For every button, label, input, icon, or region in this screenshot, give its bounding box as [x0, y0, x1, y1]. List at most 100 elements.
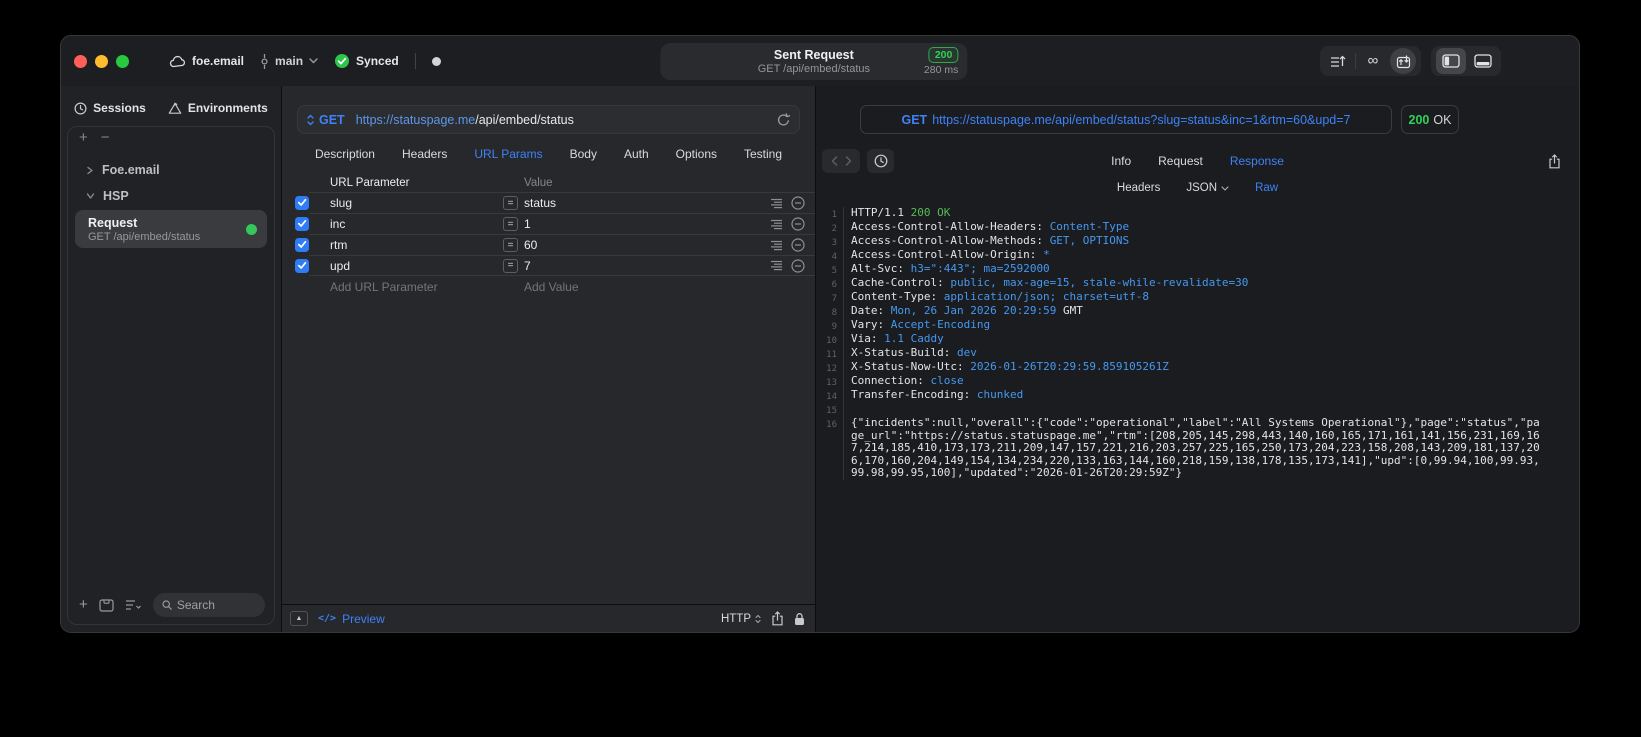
drag-handle-icon[interactable] [770, 219, 783, 230]
tab-testing[interactable]: Testing [744, 147, 782, 161]
param-value[interactable]: 60 [524, 238, 770, 252]
param-name[interactable]: inc [330, 217, 503, 231]
tab-options[interactable]: Options [676, 147, 717, 161]
response-nav: Info Request Response [816, 149, 1579, 173]
share-request-button[interactable] [771, 611, 784, 626]
param-checkbox[interactable] [295, 258, 309, 273]
tab-body[interactable]: Body [570, 147, 597, 161]
code-line: 1 HTTP/1.1 200 OK [816, 207, 1579, 221]
subtab-raw[interactable]: Raw [1255, 182, 1278, 194]
zoom-window-button[interactable] [116, 54, 129, 68]
search-input[interactable] [176, 598, 256, 612]
code-line: 6 Cache-Control: public, max-age=15, stal… [816, 276, 1579, 291]
tab-headers[interactable]: Headers [402, 147, 447, 161]
subtab-json[interactable]: JSON [1186, 182, 1229, 194]
method-stepper-icon[interactable] [307, 114, 314, 126]
share-response-button[interactable] [1548, 153, 1561, 169]
window-sync-button[interactable] [1390, 48, 1416, 74]
remove-param-icon[interactable] [791, 238, 805, 252]
cloud-account[interactable]: foe.email [169, 54, 244, 68]
share-icon [1549, 153, 1560, 168]
toggle-bottom-panel-button[interactable] [1470, 48, 1496, 74]
remove-param-icon[interactable] [791, 196, 805, 210]
preview-button[interactable]: </> Preview [318, 612, 385, 626]
archive-box-icon[interactable] [99, 598, 114, 612]
request-tabs: Description Headers URL Params Body Auth… [282, 134, 815, 174]
param-name[interactable]: rtm [330, 238, 503, 252]
export-lines-button[interactable] [1325, 48, 1351, 74]
equals-icon: = [503, 196, 518, 210]
minimize-window-button[interactable] [95, 54, 108, 68]
code-line: 7 Content-Type: application/json; charset… [816, 290, 1579, 305]
param-name[interactable]: slug [330, 196, 503, 210]
param-value[interactable]: 7 [524, 259, 770, 273]
tab-response[interactable]: Response [1230, 154, 1284, 168]
search-icon [162, 600, 172, 610]
tab-request[interactable]: Request [1158, 154, 1203, 168]
param-value[interactable]: 1 [524, 217, 770, 231]
sessions-panel: + − Foe.email HSP Request GET /api/embed… [67, 126, 275, 625]
param-value[interactable]: status [524, 196, 770, 210]
window-sync-icon [1396, 55, 1410, 68]
lock-button[interactable] [794, 612, 805, 626]
reload-button[interactable] [777, 112, 790, 127]
code-line: 15 [816, 403, 1579, 417]
tab-auth[interactable]: Auth [624, 147, 649, 161]
sync-loop-icon: ∞ [1367, 52, 1379, 69]
response-viewer: GET https://statuspage.me/api/embed/stat… [816, 86, 1579, 632]
summary-subtitle: GET /api/embed/status [757, 63, 871, 75]
remove-param-icon[interactable] [791, 258, 805, 273]
sessions-label: Sessions [93, 101, 146, 115]
tab-sessions[interactable]: Sessions [74, 101, 146, 115]
remove-param-icon[interactable] [791, 217, 805, 231]
branch-selector[interactable]: main [260, 53, 318, 69]
param-checkbox[interactable] [295, 195, 309, 210]
tab-url-params[interactable]: URL Params [474, 147, 542, 161]
tab-description[interactable]: Description [315, 147, 375, 161]
back-icon[interactable] [831, 156, 838, 166]
param-row: rtm = 60 [282, 234, 815, 255]
protocol-selector[interactable]: HTTP [721, 613, 761, 625]
add-session-button[interactable]: + [79, 130, 88, 145]
chevron-right-icon [87, 166, 93, 174]
param-checkbox[interactable] [295, 216, 309, 231]
titlebar-divider [414, 53, 416, 69]
param-checkbox[interactable] [295, 237, 309, 252]
app-window: foe.email main Synced Sent Request GET /… [60, 35, 1580, 633]
response-request-line[interactable]: GET https://statuspage.me/api/embed/stat… [860, 105, 1392, 134]
desktop: foe.email main Synced Sent Request GET /… [0, 0, 1641, 737]
request-method[interactable]: GET [319, 113, 345, 127]
sync-loop-button[interactable]: ∞ [1360, 48, 1386, 74]
expand-console-button[interactable]: ▲ [290, 611, 308, 626]
request-url[interactable]: https://statuspage.me/api/embed/status [356, 113, 574, 127]
response-status-badge: 200 OK [1401, 105, 1459, 134]
request-list-item-selected[interactable]: Request GET /api/embed/status [75, 210, 267, 248]
subtab-headers[interactable]: Headers [1117, 182, 1160, 194]
drag-handle-icon[interactable] [770, 240, 783, 251]
tree-item-hsp[interactable]: HSP [75, 183, 267, 209]
toggle-left-sidebar-button[interactable] [1436, 48, 1466, 74]
tab-info[interactable]: Info [1111, 154, 1131, 168]
sync-status[interactable]: Synced [334, 53, 399, 69]
tree-item-foe-email[interactable]: Foe.email [75, 157, 267, 183]
sync-label: Synced [356, 54, 399, 68]
new-request-button[interactable]: + [79, 597, 88, 612]
request-summary-pill[interactable]: Sent Request GET /api/embed/status 200 2… [660, 43, 968, 80]
remove-session-button[interactable]: − [101, 130, 110, 145]
code-line: 14 Transfer-Encoding: chunked [816, 388, 1579, 403]
forward-icon[interactable] [845, 156, 852, 166]
tab-environments[interactable]: Environments [168, 101, 268, 115]
sort-filter-icon[interactable] [125, 599, 142, 611]
lock-icon [795, 612, 804, 625]
add-value-placeholder[interactable]: Add Value [524, 280, 579, 294]
drag-handle-icon[interactable] [770, 260, 783, 271]
history-button[interactable] [867, 149, 894, 173]
drag-handle-icon[interactable] [770, 198, 783, 209]
code-line: 10 Via: 1.1 Caddy [816, 332, 1579, 347]
request-url-bar[interactable]: GET https://statuspage.me/api/embed/stat… [297, 105, 800, 134]
code-line: 4 Access-Control-Allow-Origin: * [816, 248, 1579, 263]
add-parameter-placeholder[interactable]: Add URL Parameter [330, 280, 503, 294]
close-window-button[interactable] [74, 54, 87, 68]
param-name[interactable]: upd [330, 259, 503, 273]
sidebar-search[interactable] [152, 593, 265, 617]
